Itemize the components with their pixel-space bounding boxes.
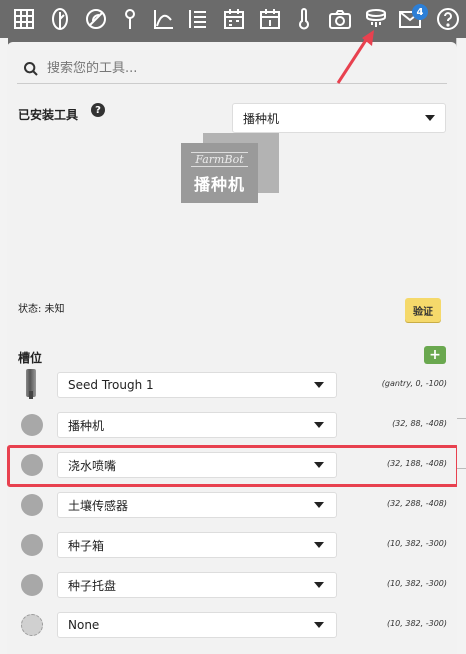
search-icon — [24, 61, 38, 76]
slot-row[interactable]: 土壤传感器 (32, 288, -408) — [7, 488, 457, 528]
slot-tool-select[interactable]: 浇水喷嘴 — [57, 452, 337, 478]
slot-row[interactable]: None (10, 382, -300) — [7, 608, 457, 648]
grid-icon[interactable] — [10, 6, 38, 32]
question-icon[interactable]: ? — [91, 103, 105, 117]
sequences-icon[interactable] — [184, 6, 212, 32]
add-slot-button[interactable]: + — [424, 346, 446, 364]
empty-slot-icon — [21, 614, 43, 636]
slot-coordinates: (10, 382, -300) — [386, 539, 447, 548]
slot-row[interactable]: Seed Trough 1 (gantry, 0, -100) — [7, 368, 457, 408]
slot-tool-value: None — [68, 618, 100, 632]
slot-row[interactable]: 浇水喷嘴 (32, 188, -408) — [7, 448, 457, 488]
slot-coordinates: (10, 382, -300) — [386, 579, 447, 588]
slot-tool-select[interactable]: 种子箱 — [57, 532, 337, 558]
slot-tool-value: Seed Trough 1 — [68, 378, 154, 392]
slot-row[interactable]: 种子箱 (10, 382, -300) — [7, 528, 457, 568]
slot-tool-value: 种子箱 — [68, 538, 105, 553]
chevron-down-icon — [314, 542, 324, 548]
background-right — [456, 38, 466, 654]
seed-trough-icon — [26, 369, 36, 399]
top-nav: 4 — [0, 0, 466, 38]
search-input[interactable] — [47, 61, 427, 76]
tools-icon[interactable] — [362, 6, 390, 32]
chevron-down-icon — [314, 502, 324, 508]
points-icon[interactable] — [116, 6, 144, 32]
chevron-down-icon — [314, 462, 324, 468]
slot-row[interactable]: 播种机 (32, 88, -408) — [7, 408, 457, 448]
regimens-icon[interactable] — [220, 6, 248, 32]
tool-image-name: 播种机 — [193, 174, 245, 194]
slot-tool-select[interactable]: 土壤传感器 — [57, 492, 337, 518]
curves-icon[interactable] — [150, 6, 178, 32]
slot-tool-select[interactable]: Seed Trough 1 — [57, 372, 337, 398]
slot-circle-icon — [21, 494, 43, 516]
tool-image: FarmBot 播种机 — [181, 133, 279, 205]
slot-tool-value: 播种机 — [68, 418, 105, 433]
status-text: 状态: 未知 — [18, 304, 65, 315]
tools-panel: 已安装工具 ? 播种机 FarmBot 播种机 状态: 未知 验证 槽位 + S… — [7, 42, 457, 654]
slot-tool-select[interactable]: None — [57, 612, 337, 638]
slot-tool-value: 种子托盘 — [68, 578, 117, 593]
chevron-down-icon — [314, 382, 324, 388]
chevron-down-icon — [425, 115, 435, 121]
slot-coordinates: (32, 288, -408) — [386, 499, 447, 508]
plants-icon[interactable] — [46, 6, 74, 32]
installed-tool-select[interactable]: 播种机 — [232, 103, 446, 133]
search-bar — [17, 54, 447, 84]
slot-coordinates: (32, 188, -408) — [386, 459, 447, 468]
installed-tool-value: 播种机 — [243, 111, 280, 126]
slot-circle-icon — [21, 534, 43, 556]
messages-icon[interactable]: 4 — [396, 4, 428, 32]
slot-row[interactable]: 种子托盘 (10, 382, -300) — [7, 568, 457, 608]
farmware-icon[interactable] — [256, 6, 284, 32]
slot-tool-value: 浇水喷嘴 — [68, 458, 117, 473]
slot-tool-select[interactable]: 播种机 — [57, 412, 337, 438]
slot-coordinates: (32, 88, -408) — [392, 419, 447, 428]
messages-badge: 4 — [412, 4, 428, 20]
slot-tool-select[interactable]: 种子托盘 — [57, 572, 337, 598]
slot-coordinates: (gantry, 0, -100) — [381, 379, 447, 388]
slot-tool-value: 土壤传感器 — [68, 498, 129, 513]
photos-icon[interactable] — [326, 6, 354, 32]
weeds-icon[interactable] — [82, 6, 110, 32]
chevron-down-icon — [314, 422, 324, 428]
slot-circle-icon — [21, 414, 43, 436]
chevron-down-icon — [314, 582, 324, 588]
tool-image-brand: FarmBot — [191, 151, 248, 167]
slot-coordinates: (10, 382, -300) — [386, 619, 447, 628]
installed-tool-label: 已安装工具 — [18, 108, 79, 122]
slots-label: 槽位 — [18, 351, 43, 365]
slot-circle-icon — [21, 574, 43, 596]
slot-circle-icon — [21, 454, 43, 476]
sensors-icon[interactable] — [290, 6, 318, 32]
help-icon[interactable] — [434, 6, 462, 32]
verify-button[interactable]: 验证 — [405, 298, 441, 322]
chevron-down-icon — [314, 622, 324, 628]
